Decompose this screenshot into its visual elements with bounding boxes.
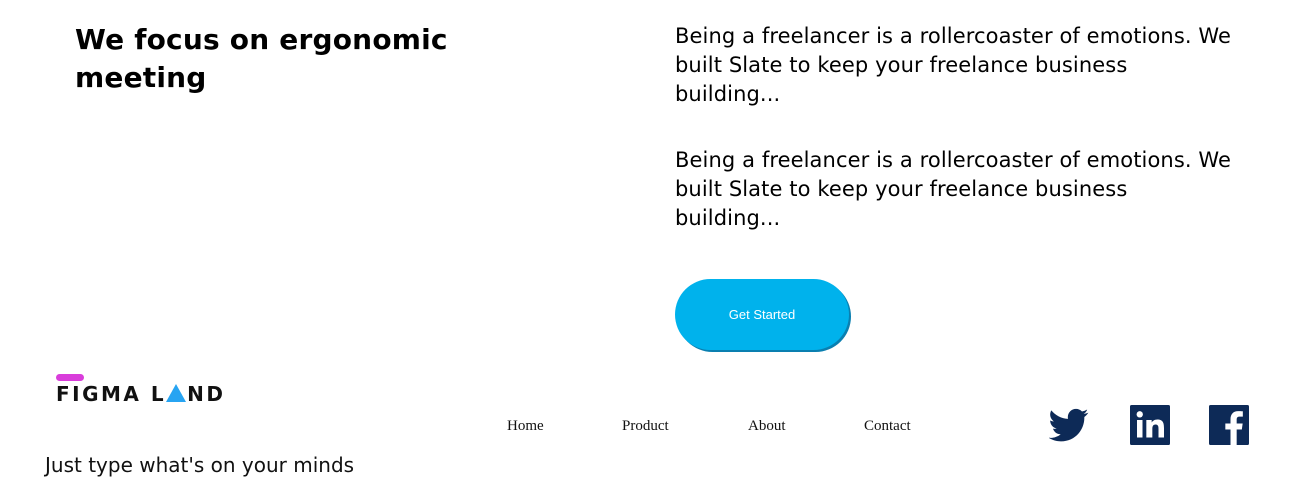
nav-link-contact[interactable]: Contact — [864, 418, 911, 438]
nav-link-home[interactable]: Home — [507, 418, 544, 438]
hero-paragraph-1: Being a freelancer is a rollercoaster of… — [675, 24, 1232, 106]
get-started-button[interactable]: Get Started — [675, 279, 849, 350]
nav-link-about[interactable]: About — [748, 418, 786, 438]
linkedin-icon[interactable] — [1130, 405, 1170, 445]
facebook-icon[interactable] — [1209, 405, 1249, 445]
logo-wordmark: FIGMA L ND — [56, 382, 225, 406]
nav-link-product[interactable]: Product — [622, 418, 669, 438]
logo-text-end: ND — [187, 382, 226, 406]
logo-text-start: FIGMA L — [56, 382, 167, 406]
hero-heading: We focus on ergonomic meeting — [75, 23, 448, 94]
twitter-icon[interactable] — [1049, 405, 1089, 445]
logo-accent-bar — [56, 374, 84, 381]
figma-land-logo[interactable]: FIGMA L ND — [56, 374, 228, 406]
logo-triangle-icon — [166, 384, 187, 402]
footer-tagline: Just type what's on your minds — [45, 453, 355, 477]
hero-paragraph-2: Being a freelancer is a rollercoaster of… — [675, 148, 1232, 230]
